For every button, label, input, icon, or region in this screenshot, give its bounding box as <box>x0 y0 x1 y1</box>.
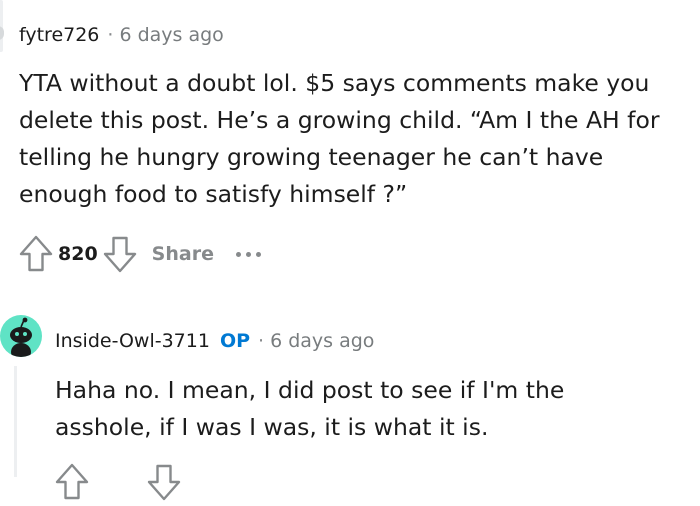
comment-author[interactable]: fytre726 <box>19 24 99 46</box>
op-badge: OP <box>219 330 251 352</box>
avatar-snoo-icon <box>10 317 32 357</box>
comment-line: delete this post. He’s a growing child. … <box>19 106 660 134</box>
comment-line: enough food to satisfy himself ?” <box>19 180 408 208</box>
meta-separator: · <box>258 330 265 352</box>
reply-author[interactable]: Inside-Owl-3711 <box>55 330 210 352</box>
more-options-icon[interactable] <box>235 251 261 257</box>
avatar[interactable] <box>0 315 42 357</box>
upvote-icon <box>55 463 89 500</box>
downvote-button[interactable] <box>102 234 138 274</box>
reply-header: Inside-Owl-3711 OP · 6 days ago <box>55 330 374 352</box>
reply-line: asshole, if I was I was, it is what it i… <box>55 413 489 441</box>
share-button[interactable]: Share <box>152 243 214 265</box>
upvote-icon <box>19 235 53 272</box>
thread-line[interactable] <box>14 366 17 477</box>
comment-body: YTA without a doubt lol. $5 says comment… <box>19 65 659 213</box>
reply-downvote-button[interactable] <box>146 462 182 506</box>
upvote-button[interactable] <box>18 234 54 274</box>
downvote-icon <box>147 464 181 501</box>
reply-body: Haha no. I mean, I did post to see if I'… <box>55 372 564 446</box>
vote-count: 820 <box>58 243 98 265</box>
reply-timestamp[interactable]: 6 days ago <box>270 330 374 352</box>
comment-timestamp[interactable]: 6 days ago <box>119 24 223 46</box>
comment-line: YTA without a doubt lol. $5 says comment… <box>19 69 650 97</box>
meta-separator: · <box>107 24 114 46</box>
comment-line: telling he hungry growing teenager he ca… <box>19 143 604 171</box>
comment-header: fytre726 · 6 days ago <box>19 24 224 46</box>
reply-upvote-button[interactable] <box>54 462 90 506</box>
avatar[interactable] <box>0 26 4 40</box>
comment-actions: 820 Share <box>18 234 261 274</box>
reply-line: Haha no. I mean, I did post to see if I'… <box>55 376 565 404</box>
downvote-icon <box>103 236 136 273</box>
